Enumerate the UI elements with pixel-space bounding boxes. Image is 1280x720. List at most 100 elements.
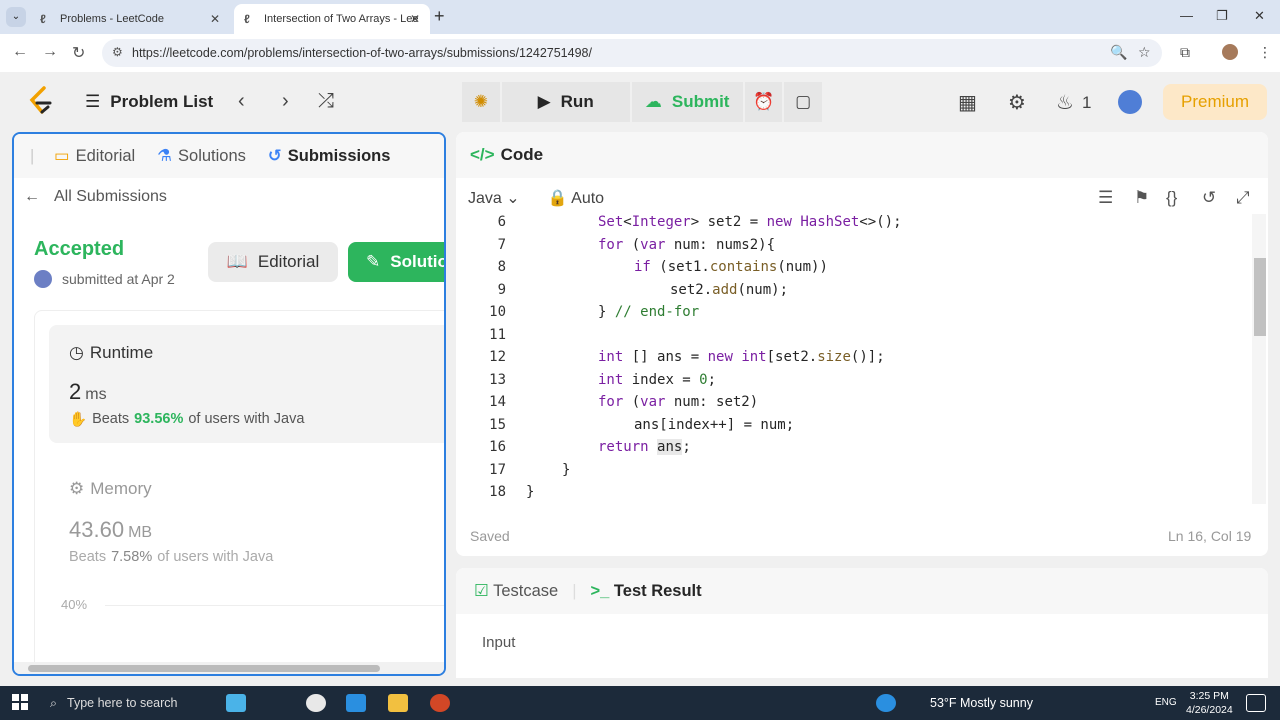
- next-problem-icon[interactable]: ›: [282, 90, 289, 113]
- minimize-icon[interactable]: —: [1180, 8, 1193, 23]
- profile-avatar[interactable]: [1222, 44, 1238, 60]
- premium-button[interactable]: Premium: [1163, 84, 1267, 120]
- weather-widget[interactable]: 53°F Mostly sunny: [930, 696, 1033, 710]
- editorial-button[interactable]: 📖 Editorial: [208, 242, 338, 282]
- problem-list-button[interactable]: ☰ Problem List: [85, 92, 213, 112]
- tab-test-result[interactable]: >_ Test Result: [591, 582, 702, 601]
- tab-testcase[interactable]: ☑ Testcase: [474, 581, 558, 601]
- code-line: for (var num: nums2){: [598, 236, 776, 253]
- debug-icon[interactable]: ✺: [462, 82, 500, 122]
- test-result-label: Test Result: [613, 581, 702, 600]
- scrollbar-thumb[interactable]: [1254, 258, 1266, 336]
- url-field[interactable]: ⚙ https://leetcode.com/problems/intersec…: [102, 39, 1162, 67]
- widget-icon[interactable]: [226, 694, 246, 712]
- braces-icon[interactable]: {}: [1166, 188, 1177, 208]
- solution-button[interactable]: ✎ Solution: [348, 242, 444, 282]
- windows-start-icon[interactable]: [12, 694, 28, 710]
- runtime-value: 2 ms: [69, 379, 107, 405]
- flask-icon: ⚗: [157, 147, 173, 165]
- bookmark-star-icon[interactable]: ☆: [1138, 44, 1151, 61]
- testcase-label: Testcase: [493, 582, 559, 600]
- tab-solutions[interactable]: ⚗ Solutions: [157, 146, 246, 166]
- vertical-scrollbar[interactable]: [1252, 214, 1266, 504]
- runtime-card[interactable]: ◷ Runtime 2 ms ✋ Beats 93.56% of users wit…: [49, 325, 444, 443]
- line-number: 7: [497, 236, 506, 253]
- beats-prefix: Beats: [69, 549, 107, 565]
- all-submissions-label: All Submissions: [54, 188, 167, 205]
- upload-cloud-icon: ☁: [644, 92, 662, 111]
- bookmark-icon[interactable]: ⚑: [1134, 188, 1149, 208]
- streak-fire-icon[interactable]: ♨: [1056, 90, 1074, 115]
- auto-mode[interactable]: 🔒 Auto: [548, 188, 604, 208]
- leetcode-favicon-icon: ℓ: [40, 12, 46, 26]
- windows-taskbar: ⌕ Type here to search 53°F Mostly sunny …: [0, 686, 1280, 720]
- scrollbar-thumb[interactable]: [28, 665, 380, 672]
- clock-date: 4/26/2024: [1186, 704, 1233, 716]
- line-number: 16: [489, 439, 506, 455]
- back-arrow-icon: ←: [24, 188, 40, 205]
- run-button[interactable]: ▶ Run: [501, 82, 630, 122]
- code-editor[interactable]: 6 Set<Integer> set2 = new HashSet<>(); 7…: [456, 214, 1252, 504]
- help-icon[interactable]: [876, 694, 896, 712]
- submit-button[interactable]: ☁ Submit: [631, 82, 743, 122]
- back-icon[interactable]: ←: [12, 43, 28, 61]
- leetcode-logo-icon[interactable]: [28, 86, 54, 116]
- alarm-icon[interactable]: ⏰: [744, 82, 783, 122]
- notifications-icon[interactable]: [1246, 694, 1266, 712]
- memory-title[interactable]: ⚙ Memory: [69, 479, 152, 499]
- code-line: Set<Integer> set2 = new HashSet<>();: [598, 214, 902, 230]
- reload-icon[interactable]: ↻: [72, 43, 85, 63]
- memory-label: Memory: [90, 479, 152, 498]
- all-submissions-link[interactable]: ← All Submissions: [24, 188, 167, 206]
- line-number: 9: [497, 281, 506, 298]
- file-explorer-icon[interactable]: [388, 694, 408, 712]
- memory-unit: MB: [128, 524, 153, 541]
- input-language[interactable]: ENG: [1155, 697, 1177, 708]
- powerpoint-icon[interactable]: [430, 694, 450, 712]
- new-tab-icon[interactable]: +: [434, 6, 445, 27]
- code-panel: </> Code Java ⌄ 🔒 Auto ☰ ⚑ {} ↺ ⤢ 6 Set<…: [456, 132, 1268, 556]
- chrome-icon[interactable]: [306, 694, 326, 712]
- menu-icon[interactable]: ⋮: [1258, 44, 1272, 61]
- taskbar-search[interactable]: ⌕ Type here to search: [40, 686, 290, 720]
- shuffle-icon[interactable]: ⤮: [318, 90, 334, 113]
- clock[interactable]: 3:25 PM 4/26/2024: [1186, 689, 1233, 717]
- language-select[interactable]: Java ⌄: [468, 188, 520, 208]
- vscode-icon[interactable]: [346, 694, 366, 712]
- runtime-number: 2: [69, 379, 82, 404]
- maximize-icon[interactable]: ❐: [1216, 8, 1228, 24]
- checkbox-icon: ☑: [474, 582, 489, 600]
- close-window-icon[interactable]: ✕: [1254, 8, 1265, 24]
- code-line: }: [562, 461, 571, 478]
- language-value: Java: [468, 190, 502, 207]
- expand-icon[interactable]: ⤢: [1236, 188, 1250, 208]
- horizontal-scrollbar[interactable]: [14, 662, 444, 674]
- close-tab-icon[interactable]: ✕: [410, 12, 420, 26]
- test-panel: ☑ Testcase | >_ Test Result Input: [456, 568, 1268, 678]
- tab-submissions[interactable]: ↺ Submissions: [268, 146, 391, 166]
- tab-editorial[interactable]: ▭ Editorial: [54, 146, 135, 166]
- leetcode-favicon-icon: ℓ: [244, 12, 250, 26]
- book-icon: 📖: [226, 252, 248, 271]
- note-icon[interactable]: ▢: [784, 82, 822, 122]
- settings-gear-icon[interactable]: ⚙: [1008, 90, 1026, 115]
- search-placeholder: Type here to search: [67, 696, 178, 710]
- zoom-icon[interactable]: 🔍: [1110, 44, 1127, 61]
- address-bar-row: ← → ↻ ⚙ https://leetcode.com/problems/in…: [0, 34, 1280, 72]
- language-row: Java ⌄ 🔒 Auto: [468, 188, 604, 208]
- user-avatar[interactable]: [1118, 90, 1142, 114]
- site-info-icon[interactable]: ⚙: [112, 45, 123, 59]
- layout-icon[interactable]: ▦: [958, 90, 977, 115]
- close-tab-icon[interactable]: ✕: [210, 12, 220, 26]
- extensions-icon[interactable]: ⧉: [1180, 44, 1190, 61]
- prev-problem-icon[interactable]: ‹: [238, 90, 245, 113]
- browser-tab-intersection[interactable]: ℓ Intersection of Two Arrays - Lee ✕: [234, 4, 430, 34]
- format-icon[interactable]: ☰: [1098, 188, 1113, 208]
- line-number: 17: [489, 461, 506, 478]
- tab-list-button[interactable]: ⌄: [6, 7, 26, 27]
- browser-tab-problems[interactable]: ℓ Problems - LeetCode ✕: [30, 4, 230, 34]
- reset-icon[interactable]: ↺: [1202, 188, 1216, 208]
- forward-icon[interactable]: →: [42, 43, 58, 61]
- tab-label: Solutions: [178, 146, 246, 165]
- saved-status: Saved: [470, 528, 510, 544]
